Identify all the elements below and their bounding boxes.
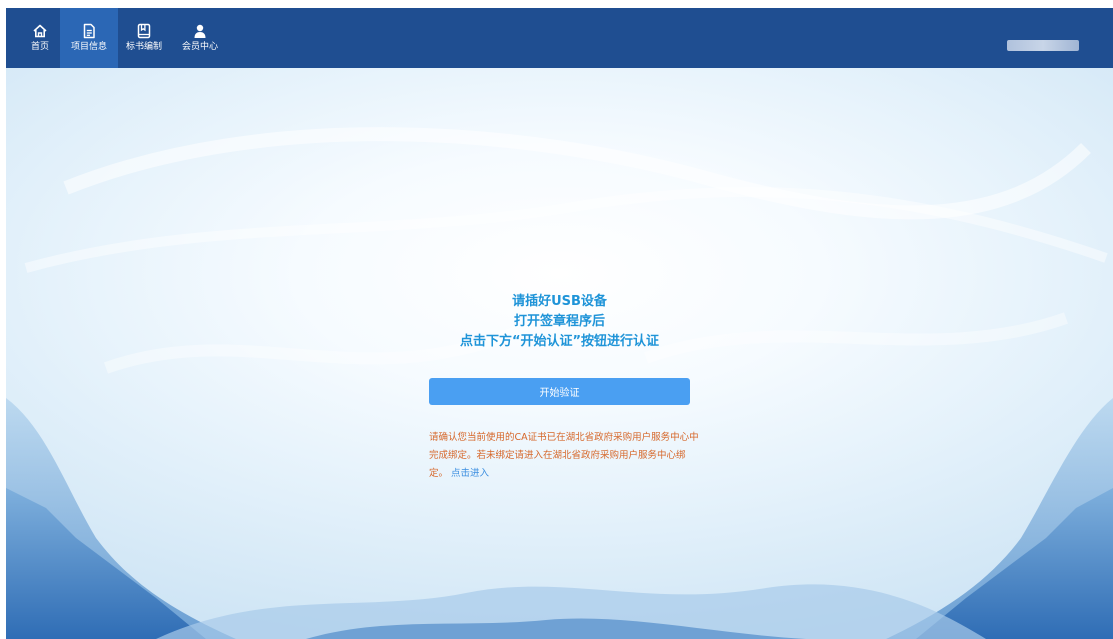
instruction-line-3: 点击下方“开始认证”按钮进行认证 bbox=[459, 334, 660, 349]
book-icon bbox=[137, 23, 151, 39]
nav-label-bid-editing: 标书编制 bbox=[125, 42, 162, 52]
nav-label-home: 首页 bbox=[30, 42, 49, 52]
nav-item-project-info[interactable]: 项目信息 bbox=[60, 8, 118, 68]
app-window: 首页 项目信息 标书编制 会员中心 请插好USB设备 打开签章程序后 点击下方“… bbox=[0, 0, 1113, 639]
user-name-blurred[interactable] bbox=[1007, 40, 1079, 51]
document-icon bbox=[83, 23, 95, 39]
instruction-line-2: 打开签章程序后 bbox=[513, 314, 605, 329]
nav-item-member-center[interactable]: 会员中心 bbox=[170, 8, 230, 68]
top-navigation-bar: 首页 项目信息 标书编制 会员中心 bbox=[6, 8, 1113, 68]
home-icon bbox=[33, 24, 47, 38]
nav-item-bid-editing[interactable]: 标书编制 bbox=[118, 8, 170, 68]
instruction-block: 请插好USB设备 打开签章程序后 点击下方“开始认证”按钮进行认证 bbox=[6, 292, 1113, 352]
nav-label-project-info: 项目信息 bbox=[70, 42, 107, 52]
nav-label-member-center: 会员中心 bbox=[181, 42, 218, 52]
start-verification-button[interactable]: 开始验证 bbox=[429, 378, 690, 405]
mountain-background bbox=[6, 127, 1113, 639]
nav-item-home[interactable]: 首页 bbox=[20, 8, 60, 68]
click-to-enter-link[interactable]: 点击进入 bbox=[451, 468, 489, 479]
user-icon bbox=[194, 24, 206, 38]
main-content-area: 请插好USB设备 打开签章程序后 点击下方“开始认证”按钮进行认证 开始验证 请… bbox=[6, 68, 1113, 639]
instruction-line-1: 请插好USB设备 bbox=[512, 294, 607, 309]
binding-notice: 请确认您当前使用的CA证书已在湖北省政府采购用户服务中心中完成绑定。若未绑定请进… bbox=[429, 429, 704, 483]
